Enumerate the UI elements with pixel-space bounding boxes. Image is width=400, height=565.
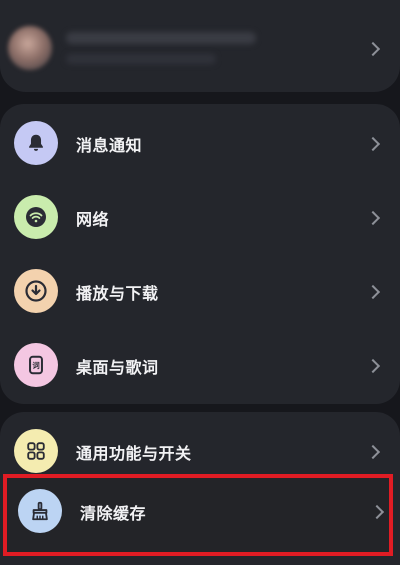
settings-item-label: 网络 (76, 210, 110, 229)
chevron-right-icon (365, 41, 381, 57)
chevron-right-icon (365, 358, 381, 374)
desktop-lyrics-icon: 词 (14, 343, 58, 387)
profile-subtitle-blurred (66, 54, 216, 64)
chevron-right-icon (365, 210, 381, 226)
profile-name-blurred (66, 32, 256, 44)
highlight-frame: 清除缓存 (3, 474, 393, 556)
chevron-right-icon (365, 444, 381, 460)
bell-icon (14, 121, 58, 165)
avatar (8, 26, 52, 70)
settings-item-clear-cache[interactable]: 清除缓存 (4, 474, 400, 548)
settings-item-label: 通用功能与开关 (76, 444, 192, 463)
wifi-icon (14, 195, 58, 239)
chevron-right-icon (365, 284, 381, 300)
settings-item-playback-download[interactable]: 播放与下载 (0, 254, 400, 328)
svg-text:词: 词 (32, 361, 39, 370)
settings-item-label: 清除缓存 (80, 504, 147, 523)
chevron-right-icon (365, 136, 381, 152)
download-icon (14, 269, 58, 313)
settings-item-label: 消息通知 (76, 136, 143, 155)
profile-card[interactable] (0, 0, 400, 92)
settings-item-network[interactable]: 网络 (0, 180, 400, 254)
chevron-right-icon (369, 504, 385, 520)
grid-icon (14, 429, 58, 473)
broom-icon (18, 489, 62, 533)
settings-item-label: 播放与下载 (76, 284, 159, 303)
settings-item-label: 桌面与歌词 (76, 358, 159, 377)
settings-item-desktop-lyrics[interactable]: 词 桌面与歌词 (0, 328, 400, 402)
settings-group-main: 消息通知 网络 播放与下载 词 桌面与歌词 (0, 104, 400, 404)
settings-item-notifications[interactable]: 消息通知 (0, 106, 400, 180)
